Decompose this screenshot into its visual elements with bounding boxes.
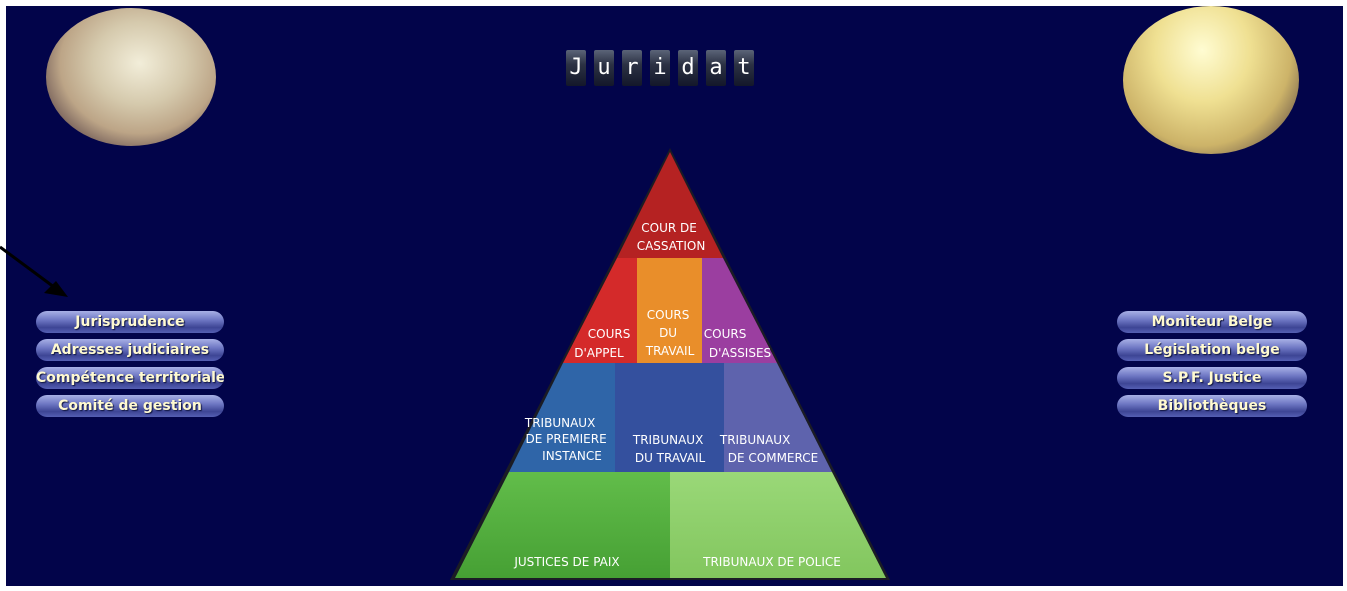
justices-de-paix-label: JUSTICES DE PAIX — [513, 555, 619, 569]
page: J u r i d a t Jurisprudence Adresses jud… — [0, 0, 1347, 591]
court-pyramid: COUR DE CASSATION COURS D'APPEL COURS DU… — [450, 148, 890, 580]
tribunaux-de-police-label: TRIBUNAUX DE POLICE — [702, 555, 841, 569]
